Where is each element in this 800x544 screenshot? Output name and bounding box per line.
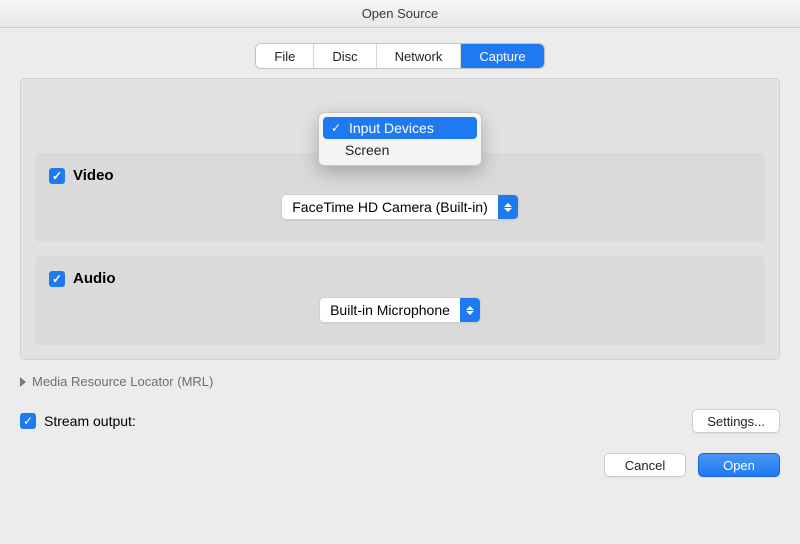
stream-output-label: Stream output:: [44, 413, 136, 429]
titlebar: Open Source: [0, 0, 800, 28]
cancel-button[interactable]: Cancel: [604, 453, 686, 477]
stream-output-checkbox[interactable]: ✓: [20, 413, 36, 429]
segmented-tabs: File Disc Network Capture: [256, 44, 543, 68]
tab-network[interactable]: Network: [377, 44, 462, 68]
audio-device-select[interactable]: Built-in Microphone: [319, 297, 481, 323]
settings-button[interactable]: Settings...: [692, 409, 780, 433]
checkmark-icon: ✓: [23, 415, 33, 427]
audio-label: Audio: [73, 270, 116, 287]
window-body: File Disc Network Capture ✓ Input Device…: [0, 28, 800, 491]
popup-item-label: Screen: [345, 142, 389, 158]
video-checkbox[interactable]: ✓: [49, 168, 65, 184]
audio-device-value: Built-in Microphone: [320, 302, 460, 318]
tab-capture[interactable]: Capture: [461, 44, 543, 68]
chevron-updown-icon: [498, 195, 518, 219]
popup-item-screen[interactable]: Screen: [319, 139, 481, 161]
video-device-select[interactable]: FaceTime HD Camera (Built-in): [281, 194, 519, 220]
video-device-row: FaceTime HD Camera (Built-in): [49, 194, 751, 220]
disclosure-triangle-icon: [20, 377, 26, 387]
checkmark-icon: ✓: [52, 273, 62, 285]
audio-device-row: Built-in Microphone: [49, 297, 751, 323]
checkmark-icon: ✓: [52, 170, 62, 182]
audio-group: ✓ Audio Built-in Microphone: [35, 256, 765, 345]
mrl-label: Media Resource Locator (MRL): [32, 374, 213, 389]
tabbar: File Disc Network Capture: [20, 44, 780, 68]
footer-buttons: Cancel Open: [20, 453, 780, 477]
tab-file[interactable]: File: [256, 44, 314, 68]
open-button[interactable]: Open: [698, 453, 780, 477]
capture-mode-popup: ✓ Input Devices Screen: [318, 112, 482, 166]
video-group: ✓ Video FaceTime HD Camera (Built-in): [35, 153, 765, 242]
audio-checkbox[interactable]: ✓: [49, 271, 65, 287]
check-icon: ✓: [331, 121, 343, 135]
video-group-header: ✓ Video: [49, 167, 751, 184]
popup-item-label: Input Devices: [349, 120, 434, 136]
chevron-updown-icon: [460, 298, 480, 322]
stream-left: ✓ Stream output:: [20, 413, 136, 429]
capture-panel: ✓ Input Devices Screen ✓ Video FaceTime …: [20, 78, 780, 360]
video-device-value: FaceTime HD Camera (Built-in): [282, 199, 498, 215]
popup-item-input-devices[interactable]: ✓ Input Devices: [323, 117, 477, 139]
tab-disc[interactable]: Disc: [314, 44, 376, 68]
window-title: Open Source: [362, 6, 439, 21]
audio-group-header: ✓ Audio: [49, 270, 751, 287]
video-label: Video: [73, 167, 114, 184]
mrl-disclosure-row[interactable]: Media Resource Locator (MRL): [20, 374, 780, 389]
stream-row: ✓ Stream output: Settings...: [20, 409, 780, 433]
